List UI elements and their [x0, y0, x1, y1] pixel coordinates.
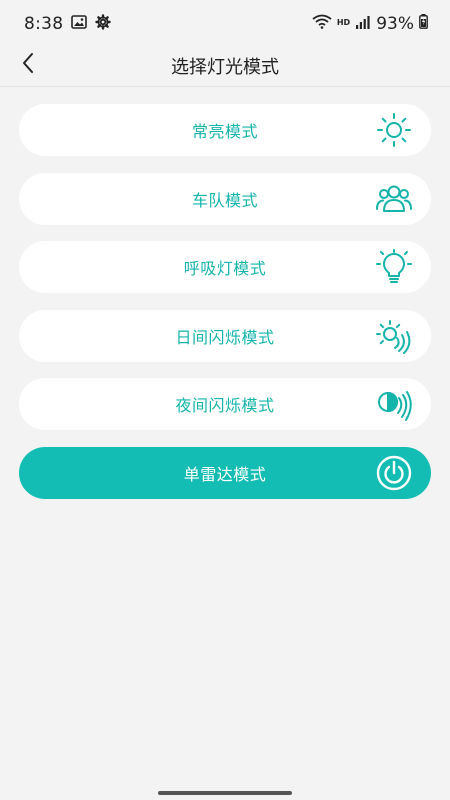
back-button[interactable]: [14, 50, 42, 80]
radar-power-icon: [375, 455, 413, 491]
home-indicator[interactable]: [158, 791, 292, 795]
mode-list: 常亮模式 车队模式 呼吸灯模式 日间闪烁模式 夜间闪烁模式 单雷达模式: [19, 104, 431, 515]
system-nav-bar: [0, 784, 450, 800]
mode-label: 常亮模式: [191, 122, 258, 141]
mode-convoy-button[interactable]: 车队模式: [19, 172, 431, 225]
chevron-left-icon: [21, 52, 35, 78]
header-divider: [0, 86, 450, 87]
status-left: 8:38: [24, 13, 112, 35]
mode-label: 呼吸灯模式: [183, 259, 267, 278]
mode-label: 日间闪烁模式: [175, 327, 275, 347]
network-hd-label: HD: [336, 17, 351, 27]
sun-icon: [375, 112, 413, 148]
mode-label: 夜间闪烁模式: [175, 396, 275, 415]
settings-gear-icon: [95, 13, 112, 35]
mode-label: 车队模式: [191, 190, 258, 210]
sun-flash-icon: [375, 318, 413, 354]
mode-single-radar-button[interactable]: 单雷达模式: [19, 446, 431, 499]
mode-breathing-button[interactable]: 呼吸灯模式: [19, 241, 431, 293]
page-title: 选择灯光模式: [171, 57, 279, 78]
bulb-icon: [375, 249, 413, 285]
battery-charging-icon: [419, 14, 428, 34]
status-bar: 8:38 HD 93%: [0, 0, 450, 48]
image-icon: [71, 14, 88, 34]
mode-steady-button[interactable]: 常亮模式: [19, 104, 431, 156]
mode-night-flash-button[interactable]: 夜间闪烁模式: [19, 378, 431, 430]
status-time: 8:38: [24, 14, 64, 34]
moon-flash-icon: [375, 386, 413, 422]
signal-icon: [355, 14, 371, 34]
wifi-icon: [312, 14, 332, 34]
mode-day-flash-button[interactable]: 日间闪烁模式: [19, 309, 431, 362]
battery-percent: 93%: [376, 14, 414, 34]
header: 选择灯光模式: [0, 48, 450, 84]
status-right: HD 93%: [312, 14, 428, 34]
group-people-icon: [375, 181, 413, 217]
mode-label: 单雷达模式: [183, 464, 267, 484]
